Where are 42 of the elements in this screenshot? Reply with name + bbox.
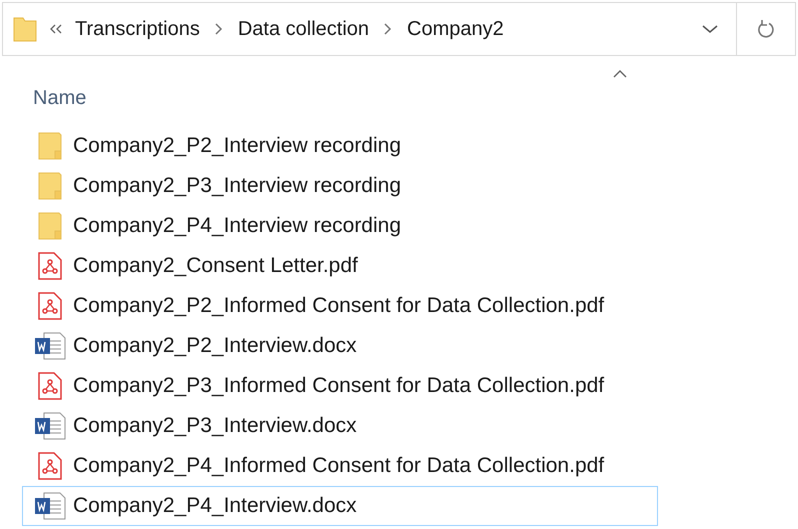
file-name: Company2_P4_Interview.docx xyxy=(73,493,357,520)
file-row[interactable]: Company2_P3_Interview recording xyxy=(22,166,658,206)
double-chevron-icon[interactable] xyxy=(49,24,63,34)
breadcrumb[interactable]: Data collection xyxy=(238,14,370,44)
breadcrumb[interactable]: Transcriptions xyxy=(75,14,200,44)
folder-icon xyxy=(38,172,62,200)
refresh-icon xyxy=(757,19,775,39)
chevron-icon[interactable] xyxy=(214,23,223,35)
dropdown-chevron-icon[interactable] xyxy=(702,24,718,34)
file-name: Company2_P2_Interview.docx xyxy=(73,333,357,360)
file-name: Company2_P3_Informed Consent for Data Collection.pdf xyxy=(73,373,604,400)
file-row[interactable]: Company2_P3_Interview.docx xyxy=(22,406,658,446)
file-row[interactable]: Company2_Consent Letter.pdf xyxy=(22,246,658,286)
file-row[interactable]: Company2_P4_Interview recording xyxy=(22,206,658,246)
folder-icon xyxy=(38,132,62,160)
column-header[interactable]: Name xyxy=(33,83,86,113)
folder-icon xyxy=(13,16,37,42)
file-row[interactable]: Company2_P4_Informed Consent for Data Collection.pdf xyxy=(22,446,658,486)
file-name: Company2_P2_Interview recording xyxy=(73,133,402,160)
file-row[interactable]: Company2_P2_Interview recording xyxy=(22,126,658,166)
file-name: Company2_P3_Interview.docx xyxy=(73,413,357,440)
pdf-icon xyxy=(38,452,62,480)
file-name: Company2_P4_Informed Consent for Data Collection.pdf xyxy=(73,453,604,480)
address-bar[interactable]: Transcriptions Data collection Company2 xyxy=(2,2,796,56)
folder-icon xyxy=(38,212,62,240)
file-row[interactable]: Company2_P3_Informed Consent for Data Collection.pdf xyxy=(22,366,658,406)
word-document-icon xyxy=(34,412,66,440)
file-row[interactable]: Company2_P2_Interview.docx xyxy=(22,326,658,366)
pdf-icon xyxy=(38,252,62,280)
word-document-icon xyxy=(34,492,66,520)
word-document-icon xyxy=(34,332,66,360)
breadcrumb[interactable]: Company2 xyxy=(407,14,504,44)
sort-caret-icon xyxy=(613,70,627,78)
pdf-icon xyxy=(38,372,62,400)
file-name: Company2_Consent Letter.pdf xyxy=(73,253,358,280)
file-row[interactable]: Company2_P2_Informed Consent for Data Collection.pdf xyxy=(22,286,658,326)
chevron-icon[interactable] xyxy=(384,23,392,35)
file-name: Company2_P4_Interview recording xyxy=(73,213,402,240)
pdf-icon xyxy=(38,292,62,320)
file-name: Company2_P2_Informed Consent for Data Collection.pdf xyxy=(73,293,604,320)
file-name: Company2_P3_Interview recording xyxy=(73,173,402,200)
file-row[interactable]: Company2_P4_Interview.docx xyxy=(22,486,658,526)
